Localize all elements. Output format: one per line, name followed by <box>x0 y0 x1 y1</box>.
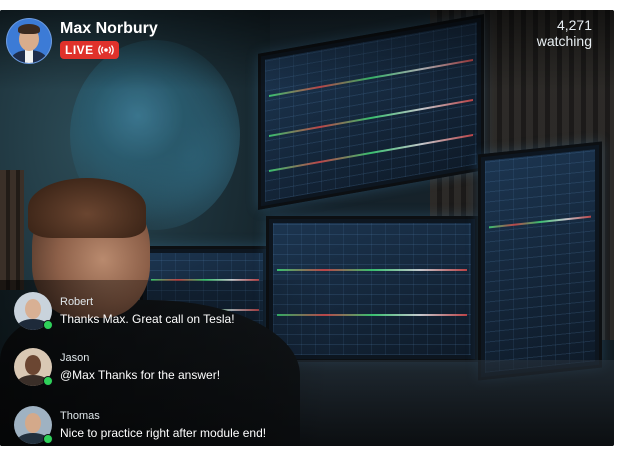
chat-avatar-jason[interactable] <box>14 348 53 386</box>
chat-message-text: Thanks Max. Great call on Tesla! <box>60 312 235 326</box>
chat-message-text: Nice to practice right after module end! <box>60 426 267 440</box>
broadcast-icon <box>97 45 114 55</box>
trading-monitor-right <box>478 141 602 381</box>
host-name[interactable]: Max Norbury <box>60 20 158 38</box>
online-status-dot <box>43 434 53 444</box>
chat-avatar-robert[interactable] <box>14 292 53 330</box>
chat-avatar-thomas[interactable] <box>14 406 53 444</box>
viewer-count-number: 4,271 <box>556 17 592 33</box>
chat-message: Thomas Nice to practice right after modu… <box>14 406 266 444</box>
online-status-dot <box>43 320 53 330</box>
livestream-video[interactable]: Max Norbury LIVE 4,271 watching Robert T… <box>0 10 614 446</box>
live-badge: LIVE <box>60 41 119 59</box>
chat-message-text: @Max Thanks for the answer! <box>60 368 221 382</box>
chat-message: Jason @Max Thanks for the answer! <box>14 348 220 386</box>
chat-username: Robert <box>60 296 94 308</box>
online-status-dot <box>43 376 53 386</box>
chat-message: Robert Thanks Max. Great call on Tesla! <box>14 292 235 330</box>
chat-username: Thomas <box>60 410 100 422</box>
presenter-hair <box>28 178 146 238</box>
host-avatar[interactable] <box>6 18 52 64</box>
live-label: LIVE <box>65 43 94 57</box>
host-header: Max Norbury LIVE <box>6 18 158 64</box>
viewer-count: 4,271 watching <box>537 17 592 49</box>
viewer-count-label: watching <box>536 33 592 49</box>
acoustic-panels-left <box>0 170 24 290</box>
chat-username: Jason <box>60 352 90 364</box>
